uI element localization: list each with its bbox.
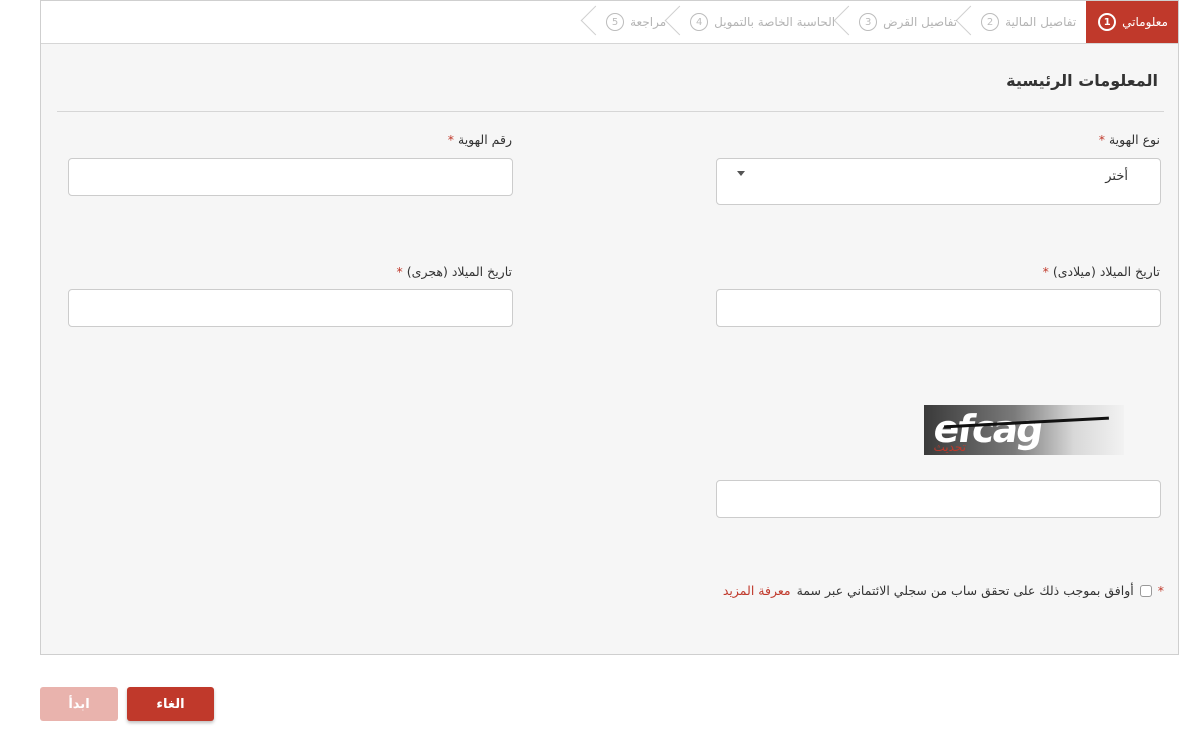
consent-checkbox[interactable] [1139, 584, 1152, 597]
id-type-selected: أختر [1105, 169, 1128, 184]
birth-hijri-label-text: تاريخ الميلاد (هجرى) [406, 264, 512, 279]
consent-text: أوافق بموجب ذلك على تحقق ساب من سجلي الا… [796, 583, 1134, 598]
start-button[interactable]: ابدأ [40, 687, 118, 721]
cancel-button[interactable]: الغاء [127, 687, 214, 721]
learn-more-link[interactable]: معرفة المزيد [723, 583, 791, 598]
id-type-label-text: نوع الهوية [1108, 132, 1160, 147]
id-type-select[interactable]: أختر [716, 158, 1161, 205]
step-loan-details[interactable]: تفاصيل القرض 3 [833, 1, 967, 43]
step-label: الحاسبة الخاصة بالتمويل [714, 15, 836, 29]
section-title: المعلومات الرئيسية [1006, 71, 1158, 90]
step-label: تفاصيل المالية [1005, 15, 1077, 29]
chevron-down-icon [737, 171, 745, 176]
step-separator [580, 5, 611, 36]
birth-gregorian-label: تاريخ الميلاد (ميلادى) * [1043, 264, 1160, 279]
id-number-label: رقم الهوية * [448, 132, 512, 147]
step-number: 1 [1098, 13, 1117, 31]
birth-gregorian-input[interactable] [716, 289, 1161, 327]
birth-gregorian-label-text: تاريخ الميلاد (ميلادى) [1052, 264, 1160, 279]
step-review[interactable]: مراجعة 5 [580, 1, 676, 43]
id-number-label-text: رقم الهوية [458, 132, 512, 147]
required-mark: * [1157, 583, 1164, 598]
step-label: مراجعة [630, 15, 667, 29]
form-panel: معلوماتي 1 تفاصيل المالية 2 تفاصيل القرض… [40, 0, 1179, 655]
required-mark: * [1098, 132, 1105, 147]
section-divider [57, 111, 1164, 112]
step-label: معلوماتي [1122, 15, 1168, 29]
required-mark: * [447, 132, 455, 147]
required-mark: * [1042, 264, 1049, 279]
step-finance-calculator[interactable]: الحاسبة الخاصة بالتمويل 4 [664, 1, 845, 43]
id-number-input[interactable] [68, 158, 513, 196]
wizard-stepper: معلوماتي 1 تفاصيل المالية 2 تفاصيل القرض… [41, 1, 1178, 44]
step-financial-details[interactable]: تفاصيل المالية 2 [955, 1, 1086, 43]
captcha-input[interactable] [716, 480, 1161, 518]
consent-row: * أوافق بموجب ذلك على تحقق ساب من سجلي ا… [723, 583, 1164, 598]
birth-hijri-label: تاريخ الميلاد (هجرى) * [397, 264, 512, 279]
captcha-refresh-link[interactable]: تحديث [933, 440, 966, 454]
birth-hijri-input[interactable] [68, 289, 513, 327]
step-label: تفاصيل القرض [883, 15, 958, 29]
required-mark: * [396, 264, 403, 279]
id-type-label: نوع الهوية * [1099, 132, 1160, 147]
step-my-info[interactable]: معلوماتي 1 [1086, 1, 1178, 43]
